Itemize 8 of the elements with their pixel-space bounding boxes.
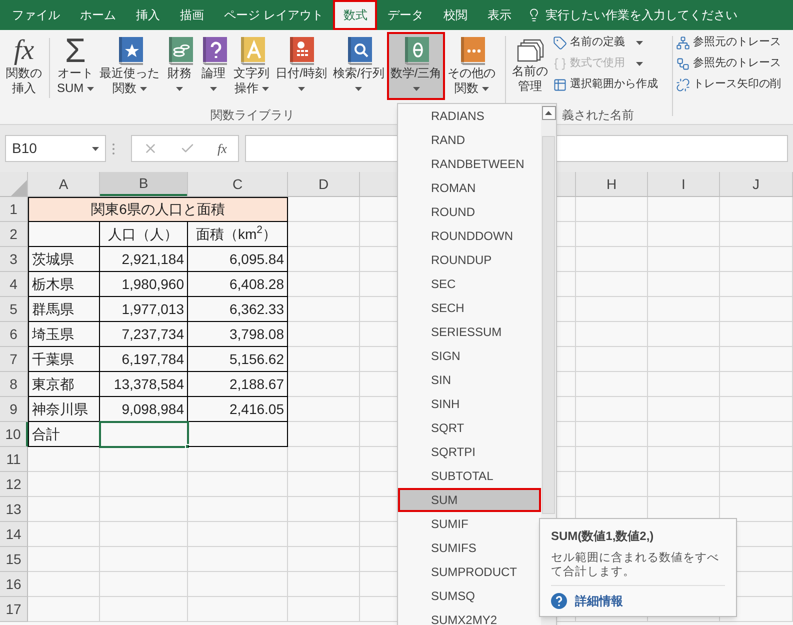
title-cell: 関東6県の人口と面積 <box>28 197 288 222</box>
ribbon-button: 数式で使用 <box>553 53 658 74</box>
sigma-icon: Σ <box>64 36 86 66</box>
tooltip-title: SUM(数値1,数値2,) <box>551 528 655 545</box>
group-label: 関数ライブラリ <box>210 108 294 122</box>
function-icon: fx <box>14 36 34 66</box>
tooltip-description: セル範囲に含まれる数値をすべて合計します。 <box>551 551 725 586</box>
group-label: 義された名前 <box>562 108 634 122</box>
